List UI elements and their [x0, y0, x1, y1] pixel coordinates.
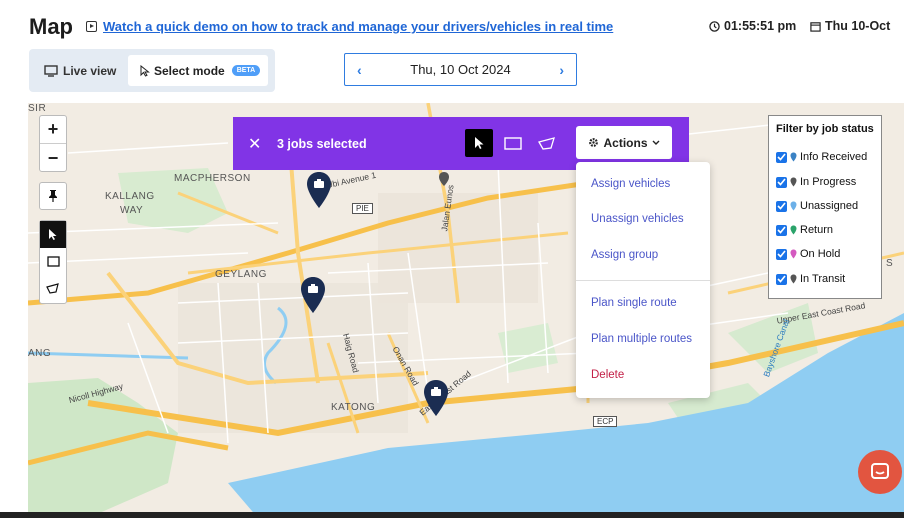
- filter-item-return[interactable]: Return: [776, 224, 833, 236]
- job-marker-icon[interactable]: [306, 171, 332, 209]
- menu-item-assign-vehicles[interactable]: Assign vehicles: [591, 178, 670, 190]
- checkbox-checked[interactable]: [776, 248, 787, 260]
- play-icon: [86, 21, 97, 32]
- live-view-label: Live view: [63, 63, 117, 78]
- selected-date: Thu, 10 Oct 2024: [410, 62, 511, 77]
- zoom-controls: + −: [39, 115, 67, 172]
- demo-video-link[interactable]: Watch a quick demo on how to track and m…: [86, 19, 613, 34]
- rectangle-tool-button[interactable]: [499, 129, 527, 157]
- location-pin-icon: [790, 201, 797, 211]
- select-mode-button[interactable]: Select mode BETA: [128, 55, 268, 86]
- draw-select-button[interactable]: [40, 221, 66, 248]
- actions-dropdown: Assign vehicles Unassign vehicles Assign…: [576, 162, 710, 398]
- draw-tools: [39, 220, 67, 304]
- actions-label: Actions: [603, 135, 648, 150]
- map-label-ang: ANG: [28, 348, 52, 359]
- calendar-icon: [810, 21, 821, 32]
- menu-item-unassign-vehicles[interactable]: Unassign vehicles: [591, 213, 684, 225]
- checkbox-checked[interactable]: [776, 176, 787, 188]
- menu-item-plan-single-route[interactable]: Plan single route: [591, 297, 677, 309]
- demo-link-text[interactable]: Watch a quick demo on how to track and m…: [103, 19, 613, 34]
- location-pin-icon: [790, 274, 797, 284]
- polygon-icon: [538, 136, 555, 150]
- prev-date-button[interactable]: ‹: [357, 62, 362, 78]
- page-title: Map: [29, 14, 73, 39]
- close-selection-button[interactable]: ✕: [248, 134, 262, 154]
- map-label-macpherson: MACPHERSON: [174, 173, 251, 184]
- current-time: 01:55:51 pm: [709, 19, 796, 33]
- select-tool-button[interactable]: [465, 129, 493, 157]
- draw-rectangle-button[interactable]: [40, 248, 66, 275]
- map-label-geylang: GEYLANG: [215, 269, 267, 280]
- live-view-button[interactable]: Live view: [36, 55, 128, 86]
- job-status-filter: Filter by job status Info Received In Pr…: [768, 115, 882, 299]
- filter-label: Return: [800, 224, 834, 236]
- select-mode-label: Select mode: [154, 63, 225, 78]
- map-label-way: WAY: [120, 205, 144, 216]
- clock-icon: [709, 20, 720, 32]
- date-navigator: ‹ Thu, 10 Oct 2024 ›: [344, 53, 577, 86]
- next-date-button[interactable]: ›: [559, 62, 564, 78]
- jobs-selected-count: 3 jobs selected: [277, 136, 367, 151]
- rectangle-icon: [46, 256, 60, 267]
- filter-title: Filter by job status: [776, 123, 874, 135]
- cursor-icon: [49, 229, 57, 240]
- location-pin-icon: [790, 225, 797, 235]
- bottom-edge: [0, 512, 904, 518]
- job-marker-icon[interactable]: [300, 276, 326, 314]
- date-text: Thu 10-Oct: [825, 19, 891, 33]
- checkbox-checked[interactable]: [776, 151, 787, 163]
- menu-divider: [576, 280, 710, 281]
- monitor-icon: [44, 64, 58, 77]
- top-bar: Map Watch a quick demo on how to track a…: [0, 0, 904, 52]
- current-date: Thu 10-Oct: [810, 19, 890, 33]
- view-mode-toggle: Live view Select mode BETA: [29, 49, 275, 92]
- menu-item-delete[interactable]: Delete: [591, 369, 624, 381]
- actions-button[interactable]: Actions: [576, 126, 672, 159]
- time-text: 01:55:51 pm: [724, 19, 797, 33]
- polygon-tool-button[interactable]: [533, 129, 561, 157]
- location-pin-icon: [790, 152, 797, 162]
- map-label-kallang: KALLANG: [105, 191, 155, 202]
- location-pin-icon: [790, 177, 797, 187]
- menu-item-assign-group[interactable]: Assign group: [591, 249, 658, 261]
- filter-item-in-progress[interactable]: In Progress: [776, 176, 856, 188]
- gear-icon: [589, 138, 599, 147]
- job-marker-icon[interactable]: [423, 379, 449, 417]
- cursor-icon: [140, 64, 150, 77]
- draw-polygon-button[interactable]: [40, 275, 66, 302]
- checkbox-checked[interactable]: [776, 273, 787, 285]
- map-label-sir: SIR: [28, 103, 47, 114]
- zoom-in-button[interactable]: +: [40, 116, 66, 144]
- filter-label: Info Received: [800, 151, 868, 163]
- road-badge-pie: PIE: [352, 203, 373, 214]
- filter-item-in-transit[interactable]: In Transit: [776, 273, 845, 285]
- polygon-icon: [46, 283, 59, 294]
- small-pin-icon[interactable]: [438, 171, 450, 187]
- checkbox-checked[interactable]: [776, 200, 787, 212]
- filter-label: In Transit: [800, 273, 846, 285]
- chat-support-button[interactable]: [858, 450, 902, 494]
- menu-item-plan-multiple-routes[interactable]: Plan multiple routes: [591, 333, 692, 345]
- filter-label: In Progress: [800, 176, 857, 188]
- filter-item-unassigned[interactable]: Unassigned: [776, 200, 858, 212]
- location-pin-icon: [790, 249, 797, 259]
- road-badge-ecp: ECP: [593, 416, 618, 427]
- chevron-down-icon: [652, 140, 659, 145]
- filter-label: Unassigned: [800, 200, 859, 212]
- cursor-icon: [474, 137, 483, 149]
- selection-tools: [465, 129, 561, 157]
- map-label-s: S: [886, 258, 894, 269]
- chat-icon: [871, 463, 889, 479]
- filter-item-on-hold[interactable]: On Hold: [776, 248, 840, 260]
- filter-label: On Hold: [800, 248, 841, 260]
- zoom-out-button[interactable]: −: [40, 144, 66, 172]
- rectangle-icon: [504, 136, 522, 150]
- filter-item-info-received[interactable]: Info Received: [776, 151, 867, 163]
- beta-badge: BETA: [231, 65, 261, 76]
- map-label-katong: KATONG: [331, 402, 376, 413]
- pushpin-icon: [49, 190, 57, 202]
- checkbox-checked[interactable]: [776, 224, 787, 236]
- pin-button[interactable]: [39, 182, 67, 210]
